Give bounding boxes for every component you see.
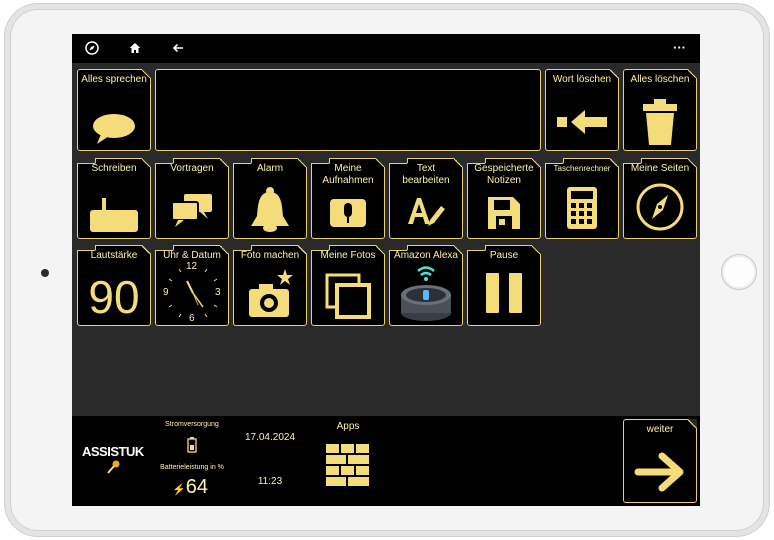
back-arrow-icon[interactable] xyxy=(170,40,186,56)
saved-notes-label: Gespeicherte Notizen xyxy=(474,163,534,186)
volume-value: 90 xyxy=(88,271,140,323)
my-photos-label: Meine Fotos xyxy=(320,250,376,261)
edit-text-folder[interactable]: Text bearbeiten xyxy=(389,158,463,239)
apps-grid-icon[interactable] xyxy=(326,444,370,488)
trash-icon xyxy=(624,98,696,146)
floppy-disk-icon xyxy=(468,196,540,230)
backspace-arrow-icon xyxy=(546,108,618,136)
key-logo-icon xyxy=(107,460,120,474)
speak-all-button[interactable]: Alles sprechen xyxy=(77,69,151,151)
next-label: weiter xyxy=(646,424,674,435)
analog-clock: 12 3 6 9 xyxy=(161,261,225,325)
edit-text-label: Text bearbeiten xyxy=(402,163,450,186)
battery-icon xyxy=(187,437,197,453)
my-recordings-folder[interactable]: Meine Aufnahmen xyxy=(311,158,385,239)
charging-bolt-icon: ⚡ xyxy=(172,484,186,496)
volume-label: Lautstärke xyxy=(90,250,138,261)
speak-all-label: Alles sprechen xyxy=(81,74,147,85)
speech-bubble-icon xyxy=(78,112,150,146)
battery-value-row: ⚡64 xyxy=(172,476,208,499)
home-icon[interactable] xyxy=(127,40,143,56)
camera-icon xyxy=(234,267,306,319)
delete-word-label: Wort löschen xyxy=(552,74,612,85)
photos-stack-icon xyxy=(312,273,384,319)
bottom-bar: ASSISTUK Stromversorgung Batterieleistun… xyxy=(72,416,700,506)
keyboard-icon xyxy=(78,196,150,234)
logo-text: ASSISTUK xyxy=(82,444,144,459)
battery-value: 64 xyxy=(185,476,208,498)
text-edit-pen-icon xyxy=(390,194,462,228)
delete-word-button[interactable]: Wort löschen xyxy=(545,69,619,151)
my-pages-folder[interactable]: Meine Seiten xyxy=(623,158,697,239)
delete-all-button[interactable]: Alles löschen xyxy=(623,69,697,151)
my-pages-label: Meine Seiten xyxy=(630,163,690,174)
write-label: Schreiben xyxy=(91,163,137,174)
battery-percent-label: Batterieleistung in % xyxy=(160,464,224,471)
take-photo-label: Foto machen xyxy=(240,250,300,261)
bell-icon xyxy=(234,186,306,234)
top-bar: ··· xyxy=(72,34,700,63)
alarm-folder[interactable]: Alarm xyxy=(233,158,307,239)
calculator-icon xyxy=(546,186,618,230)
date-display: 17.04.2024 xyxy=(244,432,296,443)
clock-hands-icon xyxy=(168,268,218,318)
pause-icon xyxy=(468,271,540,315)
more-menu-button[interactable]: ··· xyxy=(673,40,686,55)
take-photo-folder[interactable]: Foto machen xyxy=(233,245,307,326)
saved-notes-folder[interactable]: Gespeicherte Notizen xyxy=(467,158,541,239)
speech-bubbles-icon xyxy=(156,192,228,228)
write-folder[interactable]: Schreiben xyxy=(77,158,151,239)
calculator-label: Taschenrechner xyxy=(553,164,611,173)
calculator-folder[interactable]: Taschenrechner xyxy=(545,158,619,239)
clock-date-folder[interactable]: Uhr & Datum 12 3 6 9 xyxy=(155,245,229,326)
my-recordings-label: Meine Aufnahmen xyxy=(322,163,374,186)
compass-icon[interactable] xyxy=(84,40,100,56)
alarm-label: Alarm xyxy=(256,163,284,174)
home-hardware-button[interactable] xyxy=(721,254,757,290)
echo-speaker-icon xyxy=(390,261,462,323)
pause-label: Pause xyxy=(489,250,519,261)
next-button[interactable]: weiter xyxy=(623,419,697,503)
assistuk-logo: ASSISTUK xyxy=(82,444,148,480)
compass-large-icon xyxy=(624,182,696,232)
recite-folder[interactable]: Vortragen xyxy=(155,158,229,239)
amazon-alexa-folder[interactable]: Amazon Alexa xyxy=(389,245,463,326)
time-display: 11:23 xyxy=(257,476,283,487)
my-photos-folder[interactable]: Meine Fotos xyxy=(311,245,385,326)
volume-folder[interactable]: Lautstärke 90 xyxy=(77,245,151,326)
microphone-icon xyxy=(312,198,384,228)
power-supply-label: Stromversorgung xyxy=(165,421,219,428)
pause-folder[interactable]: Pause xyxy=(467,245,541,326)
screen: ··· Alles sprechen Wort löschen Alles lö… xyxy=(72,34,700,506)
delete-all-label: Alles löschen xyxy=(630,74,690,85)
right-arrow-icon xyxy=(624,452,696,492)
recite-label: Vortragen xyxy=(170,163,214,174)
apps-label: Apps xyxy=(336,421,360,432)
camera xyxy=(41,269,49,277)
message-bar[interactable] xyxy=(155,69,541,151)
